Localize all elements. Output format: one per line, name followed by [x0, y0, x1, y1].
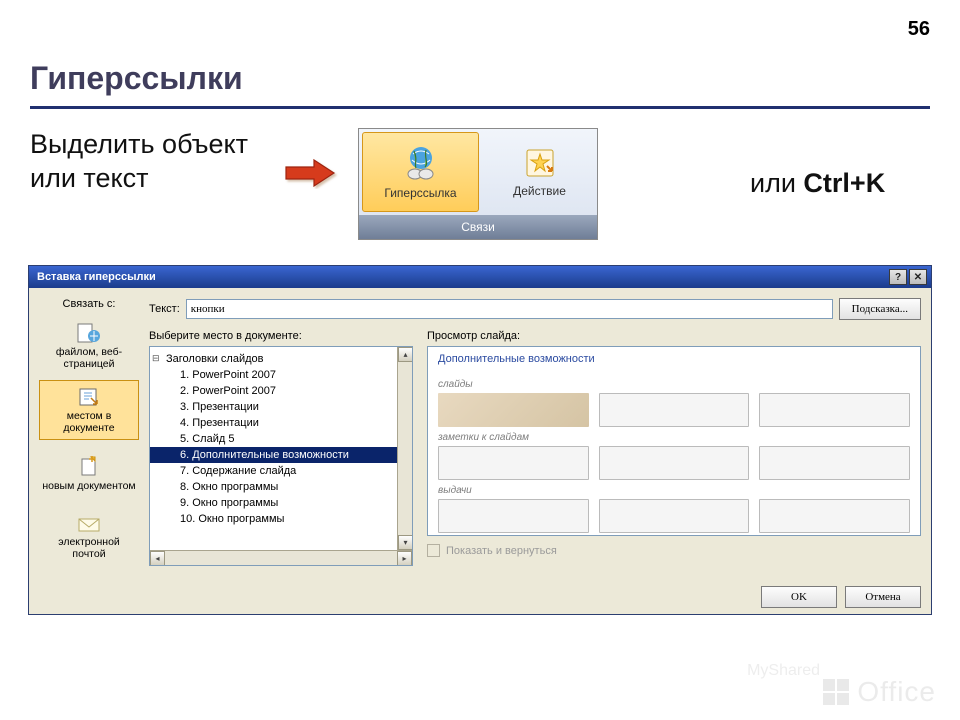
tree-item-selected[interactable]: 6. Дополнительные возможности	[150, 447, 412, 463]
watermark: MyShared	[747, 662, 820, 680]
linkto-place-label: местом в документе	[42, 411, 136, 434]
cancel-button[interactable]: Отмена	[845, 586, 921, 608]
preview-thumb	[599, 446, 750, 480]
preview-section: слайды	[438, 379, 910, 390]
tree-item[interactable]: 3. Презентации	[150, 399, 412, 415]
preview-section: заметки к слайдам	[438, 432, 910, 443]
office-logo: Office	[823, 676, 936, 708]
tree-item[interactable]: 4. Презентации	[150, 415, 412, 431]
dialog-title: Вставка гиперссылки	[37, 271, 887, 283]
linkto-place-in-doc[interactable]: местом в документе	[39, 380, 139, 440]
preview-thumb	[599, 499, 750, 533]
ribbon-hyperlink-button[interactable]: Гиперссылка	[362, 132, 479, 212]
place-in-doc-icon	[77, 386, 101, 408]
preview-thumb	[599, 393, 750, 427]
ribbon-hyperlink-label: Гиперссылка	[384, 186, 456, 200]
tree-hscrollbar[interactable]: ◂ ▸	[150, 550, 412, 565]
tree-item[interactable]: 7. Содержание слайда	[150, 463, 412, 479]
slide-title: Гиперссылки	[30, 60, 243, 97]
arrow-right-icon	[280, 155, 340, 191]
preview-thumb	[438, 393, 589, 427]
preview-thumb	[438, 446, 589, 480]
link-with-label: Связать с:	[39, 298, 139, 310]
close-button[interactable]: ✕	[909, 269, 927, 285]
preview-slide-title: Дополнительные возможности	[438, 353, 910, 365]
linkto-new-doc[interactable]: новым документом	[39, 444, 139, 504]
linkto-file-web[interactable]: файлом, веб-страницей	[39, 316, 139, 376]
place-tree[interactable]: Заголовки слайдов 1. PowerPoint 2007 2. …	[149, 346, 413, 566]
linkto-email-label: электронной почтой	[42, 537, 136, 560]
action-star-icon	[523, 146, 557, 180]
file-web-icon	[76, 322, 102, 344]
ribbon-links-group: Гиперссылка Действие Связи	[358, 128, 598, 240]
instruction-text: Выделить объект или текст	[30, 128, 270, 196]
tree-caption: Выберите место в документе:	[149, 330, 413, 342]
ok-button[interactable]: OK	[761, 586, 837, 608]
tree-item[interactable]: 2. PowerPoint 2007	[150, 383, 412, 399]
linkto-email[interactable]: электронной почтой	[39, 508, 139, 568]
preview-thumb	[438, 499, 589, 533]
ribbon-group-label: Связи	[359, 215, 597, 239]
linkto-file-web-label: файлом, веб-страницей	[42, 347, 136, 370]
preview-section: выдачи	[438, 485, 910, 496]
page-number: 56	[908, 18, 930, 41]
display-text-input[interactable]	[186, 299, 833, 319]
preview-caption: Просмотр слайда:	[427, 330, 921, 342]
slide-preview: Дополнительные возможности слайды заметк…	[427, 346, 921, 536]
preview-thumb	[759, 446, 910, 480]
globe-link-icon	[402, 144, 440, 182]
title-rule	[30, 106, 930, 109]
checkbox-icon	[427, 544, 440, 557]
tree-root[interactable]: Заголовки слайдов	[150, 351, 412, 367]
help-button[interactable]: ?	[889, 269, 907, 285]
display-text-label: Текст:	[149, 303, 180, 315]
linkto-newdoc-label: новым документом	[42, 481, 135, 493]
tree-item[interactable]: 9. Окно программы	[150, 495, 412, 511]
dialog-titlebar[interactable]: Вставка гиперссылки ? ✕	[29, 266, 931, 288]
tree-item[interactable]: 10. Окно программы	[150, 511, 412, 527]
screentip-button[interactable]: Подсказка...	[839, 298, 921, 320]
preview-thumb	[759, 393, 910, 427]
shortcut-hint: или Ctrl+K	[750, 168, 885, 199]
insert-hyperlink-dialog: Вставка гиперссылки ? ✕ Связать с: файло…	[28, 265, 932, 615]
footer-swoosh	[0, 650, 960, 720]
tree-item[interactable]: 8. Окно программы	[150, 479, 412, 495]
email-icon	[77, 516, 101, 534]
show-and-return-checkbox: Показать и вернуться	[427, 544, 921, 557]
tree-vscrollbar[interactable]: ▴ ▾	[397, 347, 412, 550]
preview-thumb	[759, 499, 910, 533]
ribbon-action-label: Действие	[513, 184, 566, 198]
ribbon-action-button[interactable]: Действие	[482, 129, 597, 215]
new-doc-icon	[78, 456, 100, 478]
tree-item[interactable]: 5. Слайд 5	[150, 431, 412, 447]
show-and-return-label: Показать и вернуться	[446, 545, 557, 557]
tree-item[interactable]: 1. PowerPoint 2007	[150, 367, 412, 383]
